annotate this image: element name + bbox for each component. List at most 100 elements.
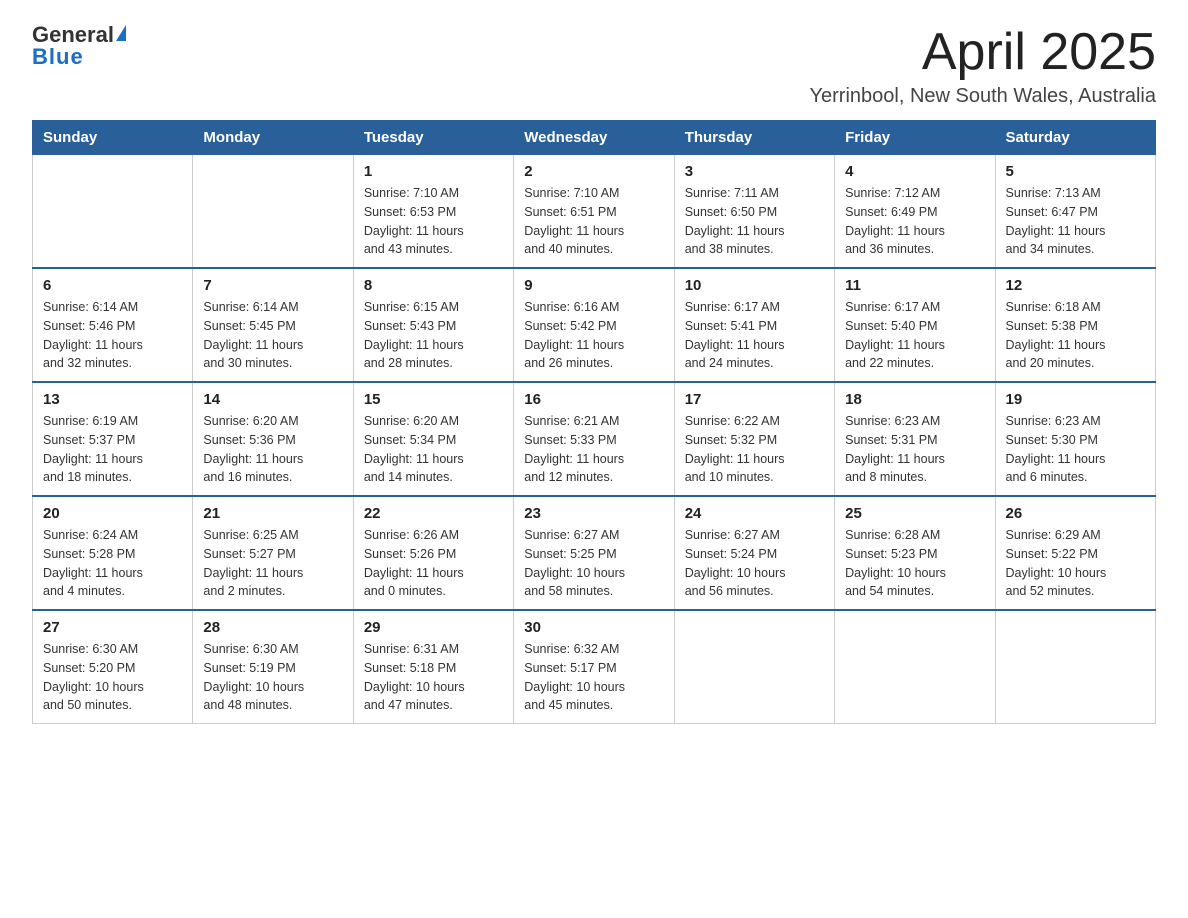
calendar-cell xyxy=(193,155,353,269)
calendar-cell: 30Sunrise: 6:32 AMSunset: 5:17 PMDayligh… xyxy=(514,610,674,724)
col-header-monday: Monday xyxy=(193,121,353,155)
day-info: Sunrise: 6:27 AMSunset: 5:24 PMDaylight:… xyxy=(685,526,824,601)
day-number: 17 xyxy=(685,391,824,408)
day-number: 28 xyxy=(203,619,342,636)
day-info: Sunrise: 6:31 AMSunset: 5:18 PMDaylight:… xyxy=(364,640,503,715)
day-number: 29 xyxy=(364,619,503,636)
calendar-cell: 21Sunrise: 6:25 AMSunset: 5:27 PMDayligh… xyxy=(193,496,353,610)
calendar-cell: 22 Sunrise: 6:26 AMSunset: 5:26 PMDayligh… xyxy=(353,496,513,610)
day-info: Sunrise: 6:19 AMSunset: 5:37 PMDaylight:… xyxy=(43,412,182,487)
day-number: 1 xyxy=(364,163,503,180)
day-number: 10 xyxy=(685,277,824,294)
calendar-cell: 12 Sunrise: 6:18 AMSunset: 5:38 PMDayligh… xyxy=(995,268,1155,382)
col-header-tuesday: Tuesday xyxy=(353,121,513,155)
location-title: Yerrinbool, New South Wales, Australia xyxy=(810,85,1156,108)
day-info: Sunrise: 6:18 AMSunset: 5:38 PMDaylight:… xyxy=(1006,298,1145,373)
calendar-cell: 18 Sunrise: 6:23 AMSunset: 5:31 PMDayligh… xyxy=(835,382,995,496)
day-info: Sunrise: 6:17 AMSunset: 5:41 PMDaylight:… xyxy=(685,298,824,373)
day-number: 6 xyxy=(43,277,182,294)
day-number: 26 xyxy=(1006,505,1145,522)
day-number: 19 xyxy=(1006,391,1145,408)
week-row-3: 13Sunrise: 6:19 AMSunset: 5:37 PMDayligh… xyxy=(33,382,1156,496)
day-info: Sunrise: 7:10 AMSunset: 6:53 PMDaylight:… xyxy=(364,184,503,259)
day-number: 5 xyxy=(1006,163,1145,180)
calendar-cell xyxy=(674,610,834,724)
col-header-sunday: Sunday xyxy=(33,121,193,155)
day-info: Sunrise: 6:23 AMSunset: 5:30 PMDaylight:… xyxy=(1006,412,1145,487)
calendar-cell: 23 Sunrise: 6:27 AMSunset: 5:25 PMDayligh… xyxy=(514,496,674,610)
calendar-cell: 27 Sunrise: 6:30 AMSunset: 5:20 PMDayligh… xyxy=(33,610,193,724)
day-info: Sunrise: 6:20 AMSunset: 5:36 PMDaylight:… xyxy=(203,412,342,487)
day-info: Sunrise: 6:28 AMSunset: 5:23 PMDaylight:… xyxy=(845,526,984,601)
calendar-cell: 5 Sunrise: 7:13 AMSunset: 6:47 PMDaylight… xyxy=(995,155,1155,269)
calendar-cell: 3 Sunrise: 7:11 AMSunset: 6:50 PMDaylight… xyxy=(674,155,834,269)
day-number: 8 xyxy=(364,277,503,294)
day-number: 30 xyxy=(524,619,663,636)
day-info: Sunrise: 6:14 AMSunset: 5:46 PMDaylight:… xyxy=(43,298,182,373)
calendar-cell: 2 Sunrise: 7:10 AMSunset: 6:51 PMDaylight… xyxy=(514,155,674,269)
calendar-cell: 8 Sunrise: 6:15 AMSunset: 5:43 PMDaylight… xyxy=(353,268,513,382)
day-number: 11 xyxy=(845,277,984,294)
logo: General Blue xyxy=(32,24,126,70)
day-number: 12 xyxy=(1006,277,1145,294)
calendar-body: 1 Sunrise: 7:10 AMSunset: 6:53 PMDaylight… xyxy=(33,155,1156,724)
month-title: April 2025 xyxy=(810,24,1156,81)
day-number: 16 xyxy=(524,391,663,408)
day-number: 21 xyxy=(203,505,342,522)
calendar-table: SundayMondayTuesdayWednesdayThursdayFrid… xyxy=(32,120,1156,724)
day-number: 9 xyxy=(524,277,663,294)
day-info: Sunrise: 6:24 AMSunset: 5:28 PMDaylight:… xyxy=(43,526,182,601)
day-number: 20 xyxy=(43,505,182,522)
calendar-cell: 1 Sunrise: 7:10 AMSunset: 6:53 PMDaylight… xyxy=(353,155,513,269)
day-number: 18 xyxy=(845,391,984,408)
week-row-2: 6 Sunrise: 6:14 AMSunset: 5:46 PMDaylight… xyxy=(33,268,1156,382)
calendar-cell xyxy=(995,610,1155,724)
week-row-5: 27 Sunrise: 6:30 AMSunset: 5:20 PMDayligh… xyxy=(33,610,1156,724)
day-info: Sunrise: 7:11 AMSunset: 6:50 PMDaylight:… xyxy=(685,184,824,259)
day-number: 22 xyxy=(364,505,503,522)
calendar-cell: 7Sunrise: 6:14 AMSunset: 5:45 PMDaylight… xyxy=(193,268,353,382)
calendar-cell xyxy=(835,610,995,724)
calendar-cell: 13Sunrise: 6:19 AMSunset: 5:37 PMDayligh… xyxy=(33,382,193,496)
col-header-friday: Friday xyxy=(835,121,995,155)
day-info: Sunrise: 7:12 AMSunset: 6:49 PMDaylight:… xyxy=(845,184,984,259)
day-info: Sunrise: 6:26 AMSunset: 5:26 PMDaylight:… xyxy=(364,526,503,601)
calendar-cell: 25 Sunrise: 6:28 AMSunset: 5:23 PMDayligh… xyxy=(835,496,995,610)
page-header: General Blue April 2025 Yerrinbool, New … xyxy=(32,24,1156,108)
day-info: Sunrise: 6:16 AMSunset: 5:42 PMDaylight:… xyxy=(524,298,663,373)
day-info: Sunrise: 7:13 AMSunset: 6:47 PMDaylight:… xyxy=(1006,184,1145,259)
day-info: Sunrise: 6:21 AMSunset: 5:33 PMDaylight:… xyxy=(524,412,663,487)
day-info: Sunrise: 6:29 AMSunset: 5:22 PMDaylight:… xyxy=(1006,526,1145,601)
calendar-cell: 11 Sunrise: 6:17 AMSunset: 5:40 PMDayligh… xyxy=(835,268,995,382)
col-header-wednesday: Wednesday xyxy=(514,121,674,155)
calendar-cell: 17 Sunrise: 6:22 AMSunset: 5:32 PMDayligh… xyxy=(674,382,834,496)
calendar-cell: 6 Sunrise: 6:14 AMSunset: 5:46 PMDaylight… xyxy=(33,268,193,382)
day-number: 14 xyxy=(203,391,342,408)
day-info: Sunrise: 6:22 AMSunset: 5:32 PMDaylight:… xyxy=(685,412,824,487)
logo-general-text: General xyxy=(32,24,114,46)
calendar-cell: 15Sunrise: 6:20 AMSunset: 5:34 PMDayligh… xyxy=(353,382,513,496)
calendar-cell: 4 Sunrise: 7:12 AMSunset: 6:49 PMDaylight… xyxy=(835,155,995,269)
calendar-cell: 9 Sunrise: 6:16 AMSunset: 5:42 PMDaylight… xyxy=(514,268,674,382)
day-number: 25 xyxy=(845,505,984,522)
day-number: 23 xyxy=(524,505,663,522)
calendar-cell: 20 Sunrise: 6:24 AMSunset: 5:28 PMDayligh… xyxy=(33,496,193,610)
title-block: April 2025 Yerrinbool, New South Wales, … xyxy=(810,24,1156,108)
day-number: 27 xyxy=(43,619,182,636)
day-info: Sunrise: 6:27 AMSunset: 5:25 PMDaylight:… xyxy=(524,526,663,601)
day-number: 24 xyxy=(685,505,824,522)
day-number: 4 xyxy=(845,163,984,180)
day-number: 3 xyxy=(685,163,824,180)
col-header-thursday: Thursday xyxy=(674,121,834,155)
calendar-cell: 26 Sunrise: 6:29 AMSunset: 5:22 PMDayligh… xyxy=(995,496,1155,610)
day-info: Sunrise: 6:17 AMSunset: 5:40 PMDaylight:… xyxy=(845,298,984,373)
logo-blue-text: Blue xyxy=(32,44,84,70)
calendar-cell: 28 Sunrise: 6:30 AMSunset: 5:19 PMDayligh… xyxy=(193,610,353,724)
day-info: Sunrise: 7:10 AMSunset: 6:51 PMDaylight:… xyxy=(524,184,663,259)
day-info: Sunrise: 6:23 AMSunset: 5:31 PMDaylight:… xyxy=(845,412,984,487)
calendar-cell: 14 Sunrise: 6:20 AMSunset: 5:36 PMDayligh… xyxy=(193,382,353,496)
day-info: Sunrise: 6:15 AMSunset: 5:43 PMDaylight:… xyxy=(364,298,503,373)
day-info: Sunrise: 6:30 AMSunset: 5:20 PMDaylight:… xyxy=(43,640,182,715)
day-info: Sunrise: 6:30 AMSunset: 5:19 PMDaylight:… xyxy=(203,640,342,715)
day-number: 2 xyxy=(524,163,663,180)
